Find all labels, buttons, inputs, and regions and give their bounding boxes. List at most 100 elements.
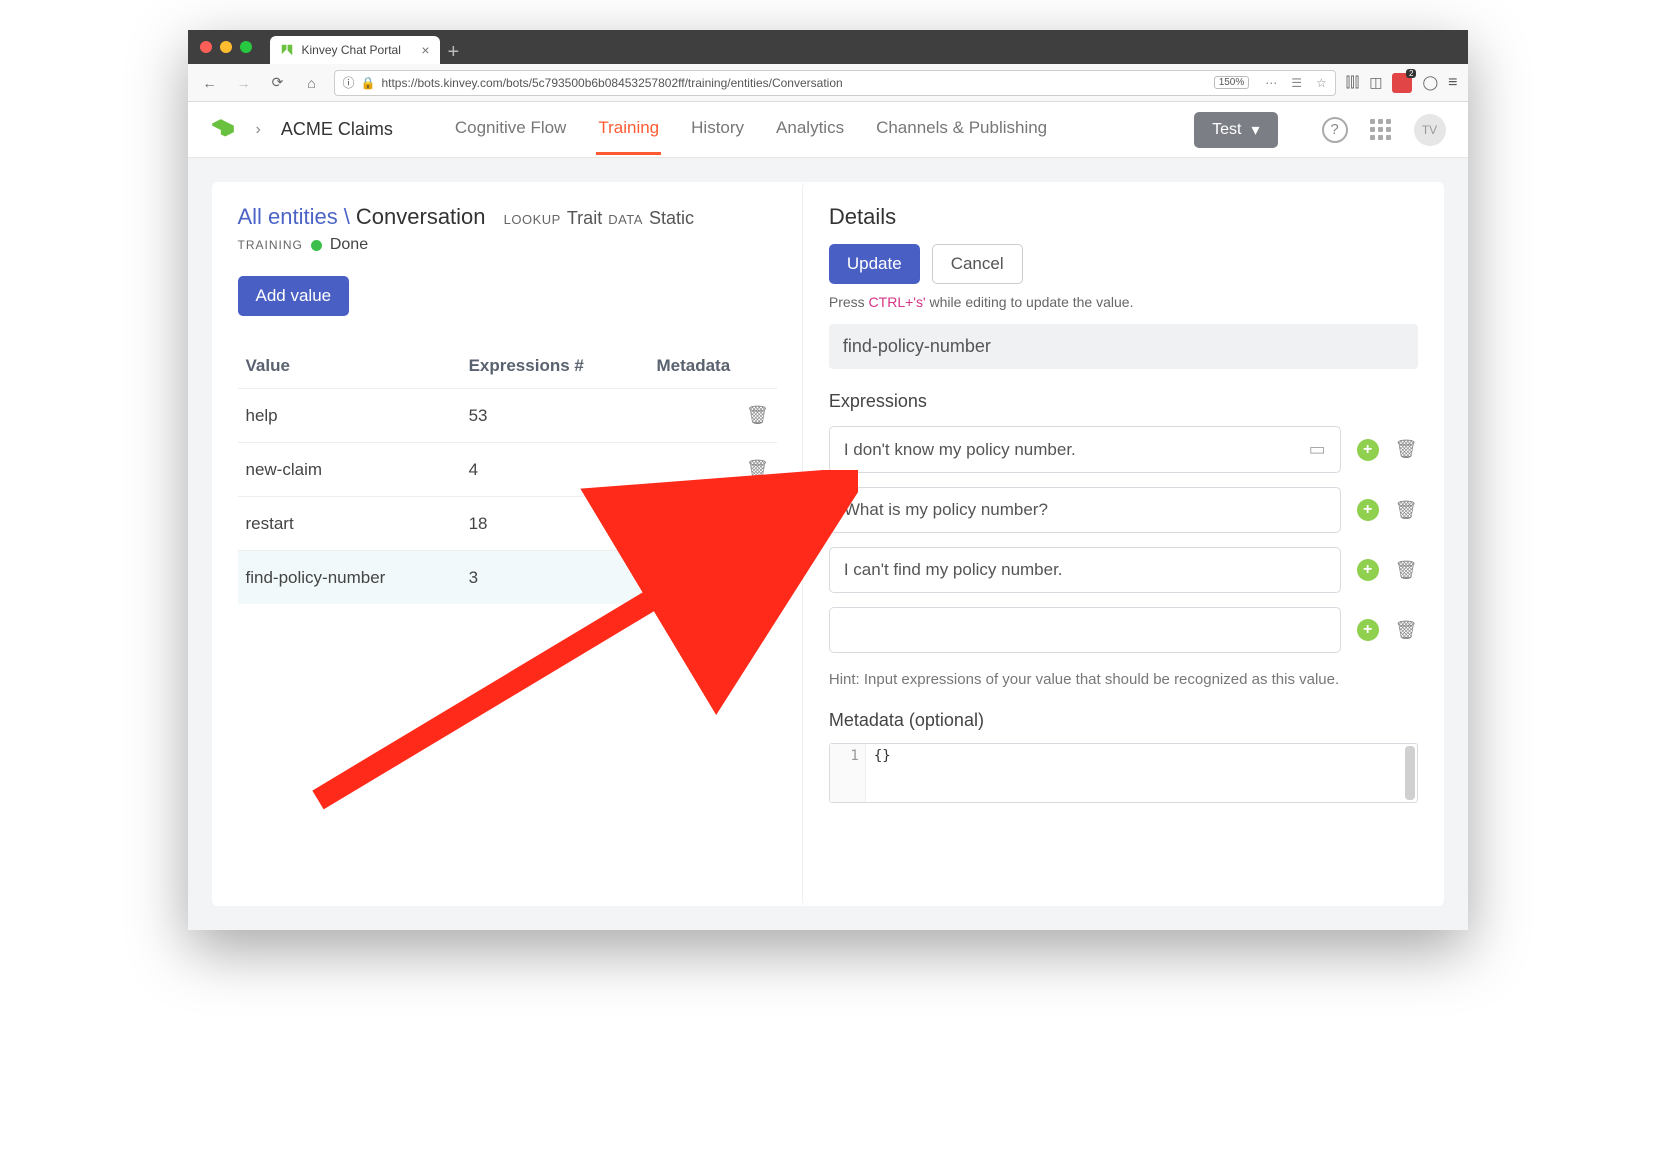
lock-icon: 🔒	[361, 76, 376, 90]
entity-values-panel: All entities\ Conversation LOOKUP Trait …	[212, 182, 803, 906]
data-value: Static	[649, 208, 694, 229]
nav-history[interactable]: History	[689, 104, 746, 155]
table-row[interactable]: restart 18 🗑	[238, 497, 777, 551]
code-body[interactable]: {}	[866, 744, 1417, 802]
test-button[interactable]: Test ▾	[1194, 112, 1277, 148]
card-icon[interactable]: ▭	[1309, 439, 1326, 460]
data-label: DATA	[608, 212, 643, 227]
table-row[interactable]: new-claim 4 🗑	[238, 443, 777, 497]
col-metadata[interactable]: Metadata	[648, 344, 776, 389]
app-header: › ACME Claims Cognitive Flow Training Hi…	[188, 102, 1468, 158]
nav-analytics[interactable]: Analytics	[774, 104, 846, 155]
add-value-button[interactable]: Add value	[238, 276, 350, 316]
scrollbar[interactable]	[1405, 746, 1415, 800]
apps-grid-icon[interactable]	[1370, 119, 1392, 140]
cell-value: help	[238, 389, 461, 443]
header-right: ? TV	[1322, 114, 1446, 146]
zoom-badge[interactable]: 150%	[1214, 76, 1250, 89]
browser-toolbar: ← → ⟳ ⌂ ⓘ 🔒 https://bots.kinvey.com/bots…	[188, 64, 1468, 102]
trash-icon[interactable]: 🗑	[746, 405, 769, 425]
col-value[interactable]: Value	[238, 344, 461, 389]
maximize-window[interactable]	[240, 41, 252, 53]
expression-text[interactable]	[844, 500, 1326, 520]
breadcrumb-all-entities[interactable]: All entities	[238, 204, 338, 230]
project-name[interactable]: ACME Claims	[281, 119, 393, 140]
chevron-down-icon: ▾	[1251, 120, 1259, 140]
update-button[interactable]: Update	[829, 244, 920, 284]
metadata-label: Metadata (optional)	[829, 710, 1418, 731]
breadcrumb-separator: \	[344, 204, 350, 230]
metadata-editor[interactable]: 1 {}	[829, 743, 1418, 803]
details-panel: Details Update Cancel Press CTRL+'s' whi…	[802, 182, 1444, 906]
reload-button[interactable]: ⟳	[266, 71, 290, 95]
details-title: Details	[829, 204, 1418, 230]
close-window[interactable]	[200, 41, 212, 53]
lookup-label: LOOKUP	[504, 212, 561, 227]
add-expression-icon[interactable]: +	[1357, 559, 1379, 581]
new-tab-button[interactable]: +	[448, 41, 460, 64]
expression-row: ▭ + 🗑	[829, 426, 1418, 473]
trash-icon[interactable]: 🗑	[1395, 620, 1418, 641]
extension-icon[interactable]	[1392, 73, 1412, 93]
expression-text[interactable]	[844, 620, 1326, 640]
menu-icon[interactable]: ≡	[1448, 74, 1457, 92]
cancel-button[interactable]: Cancel	[932, 244, 1023, 284]
trash-icon[interactable]: 🗑	[746, 459, 769, 479]
avatar[interactable]: TV	[1414, 114, 1446, 146]
content-area: All entities\ Conversation LOOKUP Trait …	[188, 158, 1468, 930]
breadcrumb-chevron-icon: ›	[256, 121, 261, 139]
code-gutter: 1	[830, 744, 866, 802]
save-hint: Press CTRL+'s' while editing to update t…	[829, 294, 1418, 310]
trash-icon[interactable]: 🗑	[1395, 560, 1418, 581]
expression-input[interactable]	[829, 607, 1341, 653]
home-button[interactable]: ⌂	[300, 71, 324, 95]
window-controls	[200, 41, 252, 53]
breadcrumb: All entities\ Conversation LOOKUP Trait …	[238, 204, 777, 230]
app-logo-icon[interactable]	[210, 117, 236, 143]
expression-input[interactable]	[829, 547, 1341, 593]
col-expressions[interactable]: Expressions #	[461, 344, 649, 389]
trash-icon[interactable]: 🗑	[746, 513, 769, 533]
value-name-field[interactable]: find-policy-number	[829, 324, 1418, 369]
expression-text[interactable]	[844, 560, 1326, 580]
library-icon[interactable]: ⫿⫿⫿	[1346, 74, 1359, 91]
add-expression-icon[interactable]: +	[1357, 619, 1379, 641]
expression-text[interactable]	[844, 440, 1299, 460]
status-dot-icon	[311, 240, 322, 251]
profile-icon[interactable]: ◯	[1422, 74, 1438, 91]
expression-row: + 🗑	[829, 547, 1418, 593]
trash-icon[interactable]: 🗑	[746, 567, 769, 587]
add-expression-icon[interactable]: +	[1357, 499, 1379, 521]
nav-channels[interactable]: Channels & Publishing	[874, 104, 1049, 155]
close-tab-icon[interactable]: ×	[421, 42, 429, 58]
table-row[interactable]: find-policy-number 3 🗑	[238, 551, 777, 605]
address-bar[interactable]: ⓘ 🔒 https://bots.kinvey.com/bots/5c79350…	[334, 70, 1336, 96]
browser-tab[interactable]: Kinvey Chat Portal ×	[270, 36, 440, 64]
forward-button[interactable]: →	[232, 71, 256, 95]
hint-kbd: CTRL+'s'	[869, 294, 926, 310]
help-icon[interactable]: ?	[1322, 117, 1348, 143]
back-button[interactable]: ←	[198, 71, 222, 95]
tab-title: Kinvey Chat Portal	[302, 43, 401, 57]
values-table: Value Expressions # Metadata help 53 🗑 n…	[238, 344, 777, 604]
expressions-label: Expressions	[829, 391, 1418, 412]
trash-icon[interactable]: 🗑	[1395, 500, 1418, 521]
expression-input[interactable]: ▭	[829, 426, 1341, 473]
minimize-window[interactable]	[220, 41, 232, 53]
expression-row: + 🗑	[829, 607, 1418, 653]
info-icon[interactable]: ⓘ	[343, 74, 355, 91]
training-label: TRAINING	[238, 238, 303, 252]
nav-training[interactable]: Training	[596, 104, 661, 155]
more-icon[interactable]: ⋯	[1265, 76, 1277, 90]
reader-icon[interactable]: ☰	[1291, 76, 1302, 90]
trash-icon[interactable]: 🗑	[1395, 439, 1418, 460]
star-icon[interactable]: ☆	[1316, 76, 1327, 90]
add-expression-icon[interactable]: +	[1357, 439, 1379, 461]
expression-row: + 🗑	[829, 487, 1418, 533]
test-button-label: Test	[1212, 121, 1241, 139]
lookup-value: Trait	[567, 208, 602, 229]
sidebar-icon[interactable]: ◫	[1369, 74, 1382, 91]
table-row[interactable]: help 53 🗑	[238, 389, 777, 443]
nav-cognitive-flow[interactable]: Cognitive Flow	[453, 104, 569, 155]
expression-input[interactable]	[829, 487, 1341, 533]
